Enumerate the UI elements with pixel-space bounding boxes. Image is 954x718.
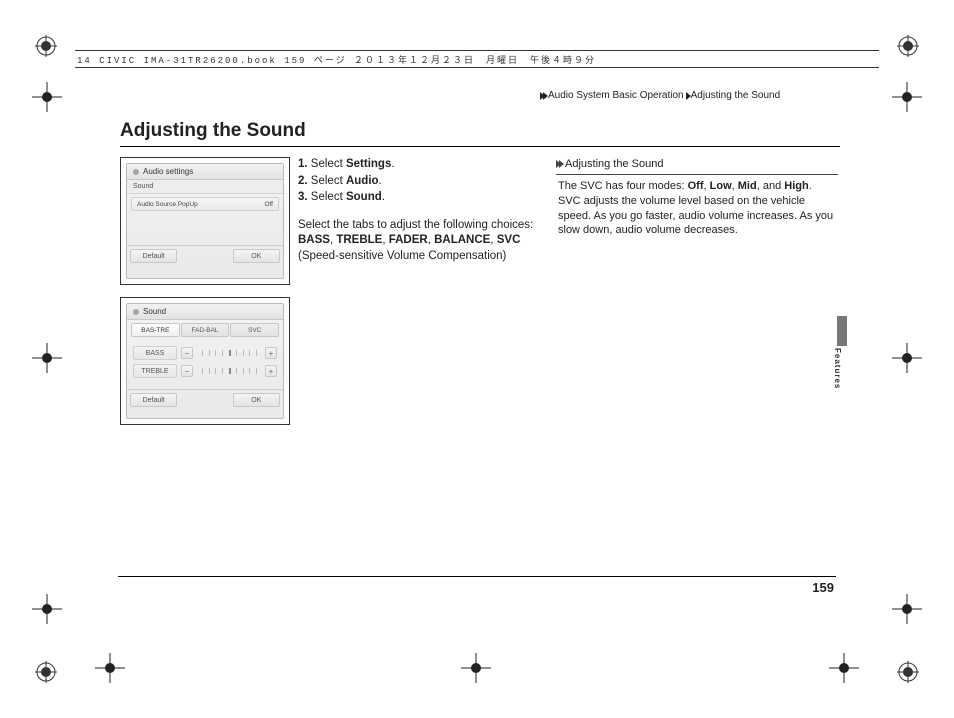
instruction-text: Select the tabs to adjust the following … xyxy=(298,218,548,265)
step-3: 3. Select Sound. xyxy=(298,190,548,206)
section-tab-marker xyxy=(837,316,847,346)
sidebox-text: The SVC has four modes: Off, Low, Mid, a… xyxy=(556,179,838,238)
screen-subtitle: Sound xyxy=(127,180,283,194)
tab-bas-tre[interactable]: BAS-TRE xyxy=(131,323,180,337)
page-title: Adjusting the Sound xyxy=(120,120,840,147)
screenshot-sound: Sound BAS-TRE FAD-BAL SVC BASS − xyxy=(120,297,290,425)
treble-label: TREBLE xyxy=(133,364,177,378)
step-list: 1. Select Settings. 2. Select Audio. 3. … xyxy=(298,157,548,206)
list-item[interactable]: Audio Source PopUp Off xyxy=(131,197,279,211)
default-button[interactable]: Default xyxy=(130,249,177,263)
plus-button[interactable]: + xyxy=(265,365,277,377)
tab-svc[interactable]: SVC xyxy=(230,323,279,337)
crop-mark-icon xyxy=(32,343,62,373)
plus-button[interactable]: + xyxy=(265,347,277,359)
screenshot-audio-settings: Audio settings Sound Audio Source PopUp … xyxy=(120,157,290,285)
crop-mark-icon xyxy=(892,343,922,373)
default-button[interactable]: Default xyxy=(130,393,177,407)
crop-mark-icon xyxy=(461,653,491,683)
chevron-right-icon xyxy=(540,92,546,100)
screen-title: Sound xyxy=(127,304,283,320)
minus-button[interactable]: − xyxy=(181,365,193,377)
file-info-strip: 14 CIVIC IMA-31TR26200.book 159 ページ ２０１３… xyxy=(75,50,879,68)
tab-fad-bal[interactable]: FAD-BAL xyxy=(181,323,230,337)
treble-slider[interactable] xyxy=(195,365,263,377)
breadcrumb-page: Adjusting the Sound xyxy=(691,90,781,101)
bass-slider[interactable] xyxy=(195,347,263,359)
screen-title: Audio settings xyxy=(127,164,283,180)
step-2: 2. Select Audio. xyxy=(298,174,548,190)
registration-mark-icon xyxy=(897,35,919,57)
registration-mark-icon xyxy=(35,35,57,57)
chevron-double-right-icon xyxy=(556,160,562,168)
crop-mark-icon xyxy=(892,594,922,624)
crop-mark-icon xyxy=(95,653,125,683)
sidebox-heading: Adjusting the Sound xyxy=(556,157,838,175)
page-number: 159 xyxy=(812,580,834,595)
registration-mark-icon xyxy=(35,661,57,683)
minus-button[interactable]: − xyxy=(181,347,193,359)
ok-button[interactable]: OK xyxy=(233,249,280,263)
crop-mark-icon xyxy=(32,594,62,624)
ok-button[interactable]: OK xyxy=(233,393,280,407)
crop-mark-icon xyxy=(32,82,62,112)
breadcrumb: Audio System Basic Operation Adjusting t… xyxy=(540,90,780,101)
step-1: 1. Select Settings. xyxy=(298,157,548,173)
crop-mark-icon xyxy=(829,653,859,683)
page-rule xyxy=(118,576,836,577)
section-label: Features xyxy=(833,348,842,389)
bass-label: BASS xyxy=(133,346,177,360)
registration-mark-icon xyxy=(897,661,919,683)
crop-mark-icon xyxy=(892,82,922,112)
breadcrumb-section: Audio System Basic Operation xyxy=(548,90,684,101)
